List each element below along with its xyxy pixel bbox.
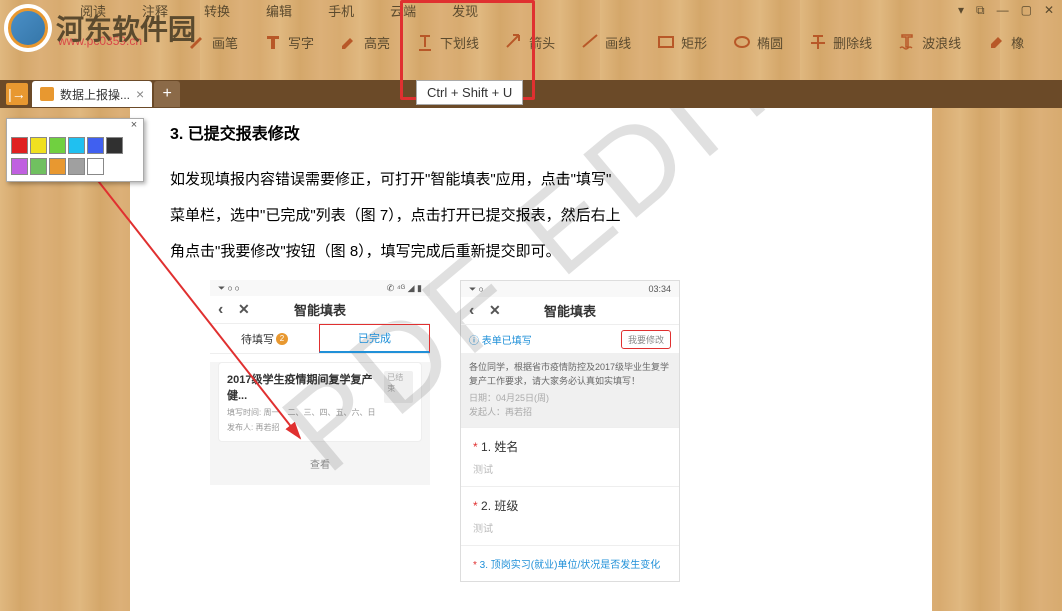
- phone1-close-icon: ✕: [238, 301, 250, 318]
- tool-wave[interactable]: 波浪线: [896, 31, 961, 53]
- phone2-back-icon: ‹: [469, 302, 474, 320]
- swatch-blue[interactable]: [87, 137, 104, 154]
- tab-title: 数据上报操...: [60, 86, 130, 103]
- tab-close-icon[interactable]: ×: [136, 86, 144, 102]
- color-palette-panel[interactable]: ×: [6, 118, 144, 182]
- menu-convert[interactable]: 转换: [204, 1, 230, 20]
- tool-highlight[interactable]: 高亮: [338, 31, 390, 53]
- win-skin-icon[interactable]: ⧉: [976, 3, 985, 18]
- swatch-yellow[interactable]: [30, 137, 47, 154]
- phone1-tab-done: 已完成: [319, 324, 430, 353]
- swatch-gray[interactable]: [68, 158, 85, 175]
- swatch-purple[interactable]: [11, 158, 28, 175]
- phone2-title: 智能填表: [544, 301, 596, 320]
- text-icon: [262, 31, 284, 53]
- pdf-file-icon: [40, 87, 54, 101]
- tool-text[interactable]: 写字: [262, 31, 314, 53]
- menu-edit[interactable]: 编辑: [266, 1, 292, 20]
- menu-discover[interactable]: 发现: [452, 1, 478, 20]
- menu-phone[interactable]: 手机: [328, 1, 354, 20]
- swatch-green[interactable]: [49, 137, 66, 154]
- doc-section-title: 3. 已提交报表修改: [170, 120, 902, 144]
- phone1-tab-pending: 待填写2: [210, 324, 319, 353]
- phone2-field-name: 1. 姓名 测试: [461, 427, 679, 486]
- tool-line[interactable]: 画线: [579, 31, 631, 53]
- doc-para-2: 菜单栏，选中"已完成"列表（图 7），点击打开已提交报表，然后右上: [170, 198, 902, 234]
- swatch-red[interactable]: [11, 137, 28, 154]
- swatch-black[interactable]: [106, 137, 123, 154]
- win-pin-icon[interactable]: ▾: [958, 3, 964, 18]
- phone-screenshot-2: ⏷ ⚬03:34 ‹ ✕ 智能填表 ⓘ 表单已填写 我要修改 各位同学，根据省市…: [460, 280, 680, 582]
- rect-icon: [655, 31, 677, 53]
- phone1-more: 查看: [210, 450, 430, 477]
- logo-text: 河东软件园: [56, 8, 196, 48]
- swatch-cyan[interactable]: [68, 137, 85, 154]
- win-close-icon[interactable]: ✕: [1044, 3, 1054, 18]
- swatch-green2[interactable]: [30, 158, 47, 175]
- tool-arrow[interactable]: 箭头: [503, 31, 555, 53]
- swatch-white[interactable]: [87, 158, 104, 175]
- tab-new[interactable]: +: [154, 81, 180, 107]
- phone1-back-icon: ‹: [218, 301, 223, 319]
- underline-icon: [414, 31, 436, 53]
- line-icon: [579, 31, 601, 53]
- menu-cloud[interactable]: 云端: [390, 1, 416, 20]
- arrow-icon: [503, 31, 525, 53]
- tab-nav-icon[interactable]: |→: [6, 83, 28, 105]
- tab-active[interactable]: 数据上报操... ×: [32, 81, 152, 107]
- phone2-modify-btn: 我要修改: [621, 330, 671, 349]
- tool-eraser[interactable]: 橡: [985, 31, 1024, 53]
- eraser-icon: [985, 31, 1007, 53]
- ellipse-icon: [731, 31, 753, 53]
- phone1-card: 2017级学生疫情期间复学复产健...已结束 填写时间: 周一、二、三、四、五、…: [218, 362, 422, 442]
- phone2-close-icon: ✕: [489, 302, 501, 319]
- doc-para-1: 如发现填报内容错误需要修正，可打开"智能填表"应用，点击"填写": [170, 162, 902, 198]
- tool-ellipse[interactable]: 椭圆: [731, 31, 783, 53]
- tool-strike[interactable]: 删除线: [807, 31, 872, 53]
- tool-rect[interactable]: 矩形: [655, 31, 707, 53]
- swatch-orange[interactable]: [49, 158, 66, 175]
- phone2-field-q3: * 3. 顶岗实习(就业)单位/状况是否发生变化: [461, 545, 679, 581]
- phone2-notice: 各位同学，根据省市疫情防控及2017级毕业生复学复产工作要求，请大家务必认真如实…: [461, 353, 679, 427]
- phone-screenshot-1: ⏷ ⚬ ⚬✆ ⁴ᴳ ◢ ▮ ‹ ✕ 智能填表 待填写2 已完成 2017级学生疫…: [210, 280, 430, 582]
- win-min-icon[interactable]: —: [997, 3, 1009, 18]
- doc-para-3: 角点击"我要修改"按钮（图 8），填写完成后重新提交即可。: [170, 234, 902, 270]
- phone2-field-class: 2. 班级 测试: [461, 486, 679, 545]
- phone1-title: 智能填表: [294, 300, 346, 319]
- strike-icon: [807, 31, 829, 53]
- wave-icon: [896, 31, 918, 53]
- highlight-icon: [338, 31, 360, 53]
- win-max-icon[interactable]: ▢: [1021, 3, 1032, 18]
- tool-underline[interactable]: 下划线: [414, 31, 479, 53]
- tooltip-shortcut: Ctrl + Shift + U: [416, 80, 523, 105]
- palette-close-icon[interactable]: ×: [127, 119, 141, 133]
